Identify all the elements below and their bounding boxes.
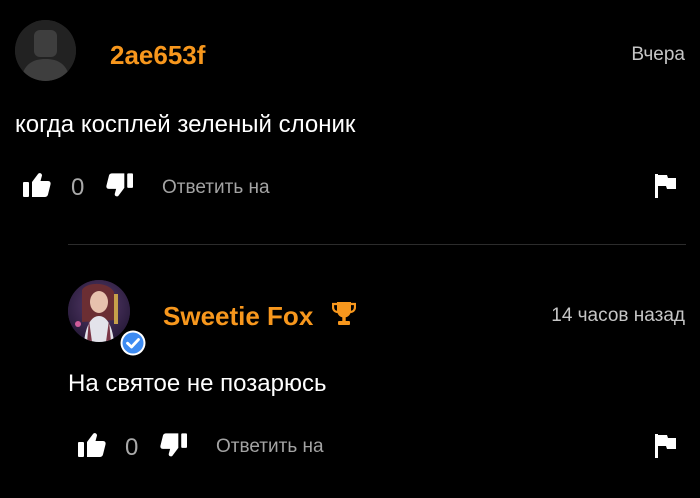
reply-link[interactable]: Ответить на	[216, 437, 324, 456]
comment-username[interactable]: Sweetie Fox	[163, 303, 313, 329]
thumbs-down-icon[interactable]	[106, 172, 133, 198]
comment-timestamp: Вчера	[631, 44, 685, 65]
comment-thread: 2ae653f Вчера когда косплей зеленый слон…	[0, 0, 700, 498]
comment-text: когда косплей зеленый слоник	[15, 111, 356, 138]
flag-icon[interactable]	[655, 174, 676, 198]
comment-divider	[68, 244, 686, 245]
flag-icon[interactable]	[655, 434, 676, 458]
vote-count: 0	[125, 434, 139, 461]
verified-icon	[120, 330, 146, 356]
trophy-icon	[332, 302, 356, 325]
reply-link[interactable]: Ответить на	[162, 178, 270, 197]
user-avatar[interactable]	[15, 20, 76, 81]
comment-username[interactable]: 2ae653f	[110, 42, 205, 68]
thumbs-up-icon[interactable]	[78, 432, 106, 458]
comment-text: На святое не позарюсь	[68, 370, 327, 397]
thumbs-down-icon[interactable]	[160, 432, 187, 458]
default-avatar-icon	[15, 20, 76, 81]
thumbs-up-icon[interactable]	[23, 172, 51, 198]
vote-count: 0	[71, 174, 85, 201]
comment-timestamp: 14 часов назад	[551, 305, 685, 326]
